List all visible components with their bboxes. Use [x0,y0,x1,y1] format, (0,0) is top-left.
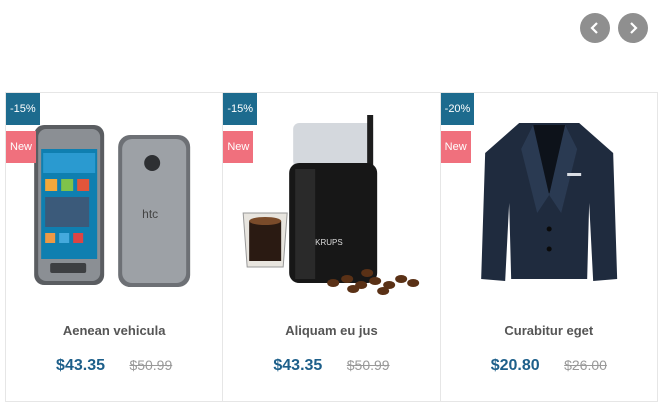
product-card[interactable]: htc -15% New Aenean vehicula $43.35 $50.… [6,93,224,401]
chevron-right-icon [630,22,638,34]
carousel-next-button[interactable] [618,13,648,43]
new-badge: New [223,131,254,163]
product-price: $20.80 [490,357,540,374]
product-prices: $43.35 $50.99 [6,357,222,375]
product-old-price: $50.99 [346,357,390,373]
product-grid: htc -15% New Aenean vehicula $43.35 $50.… [5,92,658,402]
product-image-coffee-grinder[interactable]: KRUPS [223,103,439,308]
product-card[interactable]: KRUPS -15% New Aliquam eu jus $43.35 $50… [223,93,441,401]
product-title[interactable]: Curabitur eget [441,323,657,338]
chevron-left-icon [590,22,598,34]
product-card[interactable]: -20% New Curabitur eget $20.80 $26.00 [440,93,657,401]
discount-badge: -20% [440,93,475,125]
product-image-blazer[interactable] [441,103,657,308]
product-image-smartphone[interactable]: htc [6,103,222,308]
product-prices: $43.35 $50.99 [223,357,439,375]
svg-text:KRUPS: KRUPS [315,238,343,247]
product-old-price: $26.00 [564,357,607,373]
discount-badge: -15% [6,93,40,125]
product-title[interactable]: Aenean vehicula [6,323,222,338]
discount-badge: -15% [223,93,258,125]
carousel-prev-button[interactable] [580,13,610,43]
product-price: $43.35 [273,357,323,374]
new-badge: New [6,131,37,163]
product-title[interactable]: Aliquam eu jus [223,323,439,338]
product-prices: $20.80 $26.00 [441,357,657,375]
product-price: $43.35 [56,357,105,374]
product-old-price: $50.99 [129,357,173,373]
new-badge: New [440,131,471,163]
svg-text:htc: htc [142,207,158,221]
